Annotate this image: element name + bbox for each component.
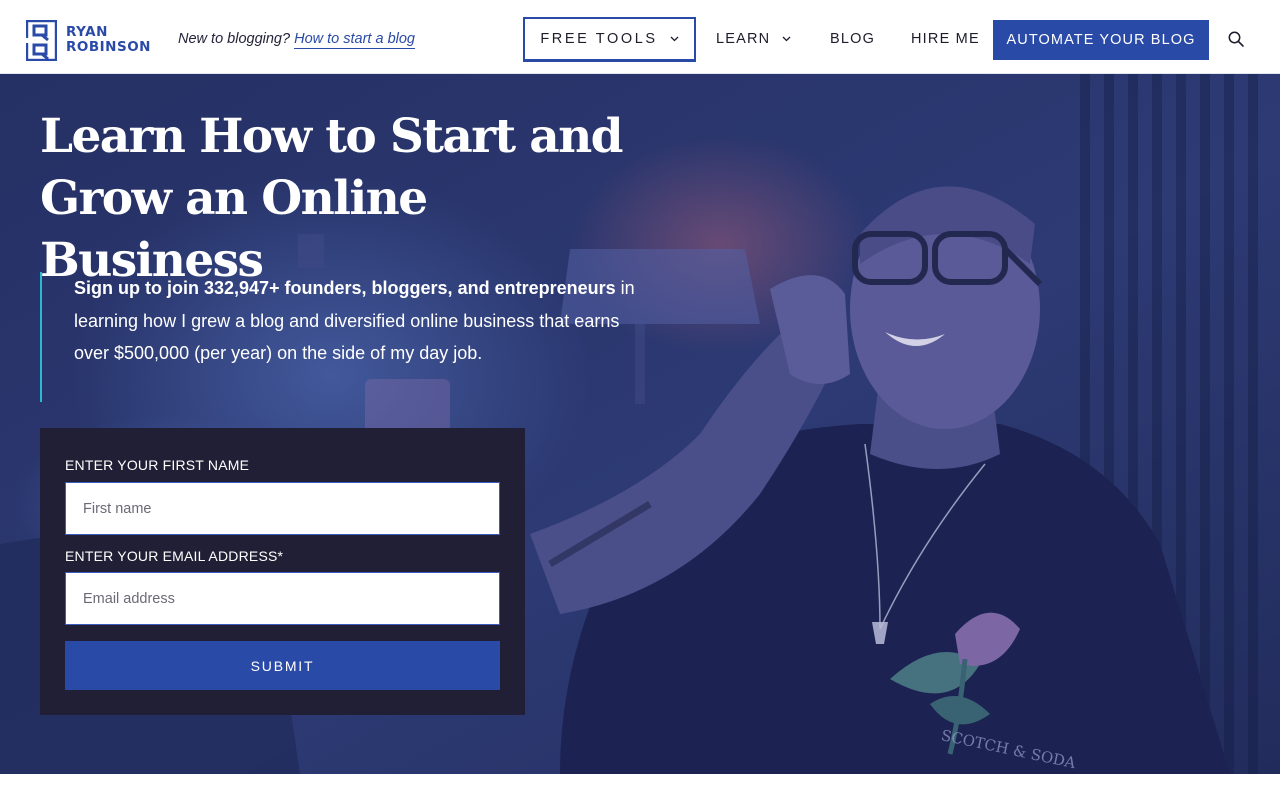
site-logo[interactable]: RYAN ROBINSON: [26, 19, 151, 61]
logo-mark-icon: [26, 19, 57, 61]
email-label: ENTER YOUR EMAIL ADDRESS*: [65, 548, 284, 564]
hero-description: Sign up to join 332,947+ founders, blogg…: [40, 272, 640, 402]
nav-blog[interactable]: BLOG: [830, 31, 875, 47]
hero-description-bold: Sign up to join 332,947+ founders, blogg…: [74, 278, 616, 298]
cta-label: AUTOMATE YOUR BLOG: [1006, 32, 1196, 48]
first-name-label: ENTER YOUR FIRST NAME: [65, 457, 250, 473]
hero-title-line-2: Grow an Online Business: [40, 171, 428, 288]
automate-your-blog-button[interactable]: AUTOMATE YOUR BLOG: [993, 20, 1209, 60]
submit-button[interactable]: SUBMIT: [65, 641, 500, 690]
header-tagline: New to blogging? How to start a blog: [178, 31, 415, 49]
nav-free-tools-label: FREE TOOLS: [540, 31, 658, 47]
chevron-down-icon: [670, 36, 679, 42]
email-input[interactable]: [65, 572, 500, 625]
logo-line-2: ROBINSON: [66, 39, 151, 55]
tagline-prefix: New to blogging?: [178, 31, 291, 47]
nav-learn[interactable]: LEARN: [716, 31, 791, 47]
nav-hire-me-label: HIRE ME: [911, 31, 980, 47]
hero-title-line-1: Learn How to Start and: [40, 109, 624, 164]
nav-free-tools[interactable]: FREE TOOLS: [523, 17, 696, 62]
shirt-graphic-text: SCOTCH & SODA: [940, 726, 1078, 772]
search-icon[interactable]: [1227, 30, 1245, 48]
logo-wordmark: RYAN ROBINSON: [66, 25, 151, 55]
first-name-input[interactable]: [65, 482, 500, 535]
nav-blog-label: BLOG: [830, 31, 876, 47]
site-header: RYAN ROBINSON New to blogging? How to st…: [0, 0, 1280, 74]
logo-line-1: RYAN: [66, 24, 108, 40]
how-to-start-blog-link[interactable]: How to start a blog: [294, 31, 415, 49]
hero-section: Learn How to Start and Grow an Online Bu…: [0, 74, 1280, 774]
signup-form: ENTER YOUR FIRST NAME ENTER YOUR EMAIL A…: [40, 428, 525, 715]
nav-hire-me[interactable]: HIRE ME: [911, 31, 980, 47]
chevron-down-icon: [782, 36, 791, 42]
hero-title: Learn How to Start and Grow an Online Bu…: [40, 106, 640, 292]
nav-learn-label: LEARN: [716, 31, 771, 47]
